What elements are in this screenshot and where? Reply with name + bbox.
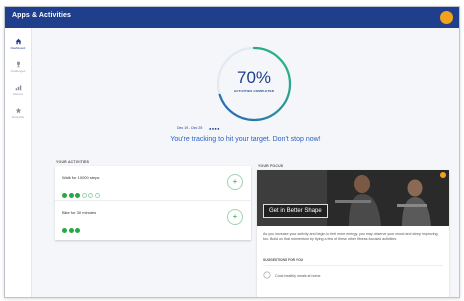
- step-complete-dot: [75, 193, 81, 198]
- activity-name: Bike for 30 minutes: [62, 210, 97, 215]
- sidebar-item-label: Rewards: [12, 115, 24, 119]
- log-activity-button[interactable]: +: [227, 209, 243, 225]
- step-pending-dot: [81, 193, 87, 198]
- sidebar-item-metrics[interactable]: Metrics: [5, 84, 31, 96]
- avatar[interactable]: [440, 11, 453, 24]
- focus-card: Get in Better Shape As you increase your…: [257, 170, 449, 297]
- bar-chart-icon: [15, 85, 21, 91]
- step-complete-dot: [62, 193, 67, 198]
- progress-ring: 70% ACTIVITIES COMPLETED: [214, 44, 294, 124]
- home-icon: [15, 38, 21, 45]
- progress-label: ACTIVITIES COMPLETED: [233, 89, 275, 93]
- step-complete-dot: [75, 228, 81, 233]
- sidebar-item-rewards[interactable]: Rewards: [5, 107, 31, 119]
- period-pager-dots[interactable]: ●●●●: [209, 126, 220, 131]
- suggestion-icon: [263, 271, 271, 279]
- activity-progress-dots: [62, 220, 82, 233]
- focus-image: Get in Better Shape: [257, 170, 449, 226]
- sidebar-item-label: Metrics: [13, 92, 23, 96]
- activity-progress-dots: [62, 185, 102, 198]
- app-window: Apps & Activities Dashboard Challenges M…: [4, 6, 460, 298]
- app-title: Apps & Activities: [12, 12, 72, 19]
- activity-item: Bike for 30 minutes +: [55, 200, 251, 234]
- focus-goal-chip[interactable]: Get in Better Shape: [263, 204, 328, 218]
- suggestion-item[interactable]: Cook healthy meals at home: [275, 274, 321, 278]
- activity-item: Walk for 10000 steps +: [55, 166, 251, 199]
- activities-card: Walk for 10000 steps + Bike for 30 minut…: [55, 166, 251, 240]
- star-icon: [15, 107, 21, 114]
- sidebar-item-challenges[interactable]: Challenges: [5, 61, 31, 73]
- tracking-message: You're tracking to hit your target. Don'…: [170, 136, 321, 143]
- step-complete-dot: [62, 228, 67, 233]
- divider: [263, 265, 443, 266]
- step-complete-dot: [68, 228, 74, 233]
- progress-value: 70%: [236, 68, 272, 87]
- progress-period: Dec 19 - Dec 25: [177, 126, 203, 130]
- focus-heading: YOUR FOCUS: [258, 164, 284, 168]
- activity-name: Walk for 10000 steps: [62, 175, 100, 180]
- step-pending-dot: [88, 193, 94, 198]
- main-content: 70% ACTIVITIES COMPLETED Dec 19 - Dec 25…: [32, 28, 459, 297]
- sidebar-item-dashboard[interactable]: Dashboard: [5, 38, 31, 50]
- top-bar: Apps & Activities: [5, 7, 459, 28]
- step-complete-dot: [68, 193, 74, 198]
- log-activity-button[interactable]: +: [227, 174, 243, 190]
- sidebar: Dashboard Challenges Metrics Rewards: [5, 28, 32, 297]
- trophy-icon: [16, 61, 20, 68]
- sidebar-item-label: Dashboard: [10, 46, 26, 50]
- suggestions-heading: SUGGESTIONS FOR YOU: [263, 258, 304, 262]
- step-pending-dot: [94, 193, 100, 198]
- sidebar-item-label: Challenges: [10, 69, 26, 73]
- focus-description: As you increase your activity and begin …: [263, 232, 439, 241]
- activities-heading: YOUR ACTIVITIES: [56, 160, 90, 164]
